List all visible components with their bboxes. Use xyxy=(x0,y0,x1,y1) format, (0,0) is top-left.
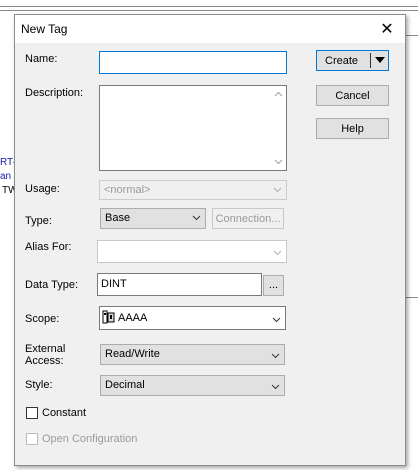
alias-for-select[interactable] xyxy=(97,240,287,263)
background-text-2: an xyxy=(0,171,12,182)
usage-label: Usage: xyxy=(25,183,60,195)
create-label: Create xyxy=(325,55,359,67)
cancel-button[interactable]: Cancel xyxy=(316,85,389,106)
name-label: Name: xyxy=(25,53,58,65)
chevron-down-icon xyxy=(273,187,282,193)
description-textarea[interactable] xyxy=(99,85,287,171)
scope-label: Scope: xyxy=(25,313,60,325)
dialog-title: New Tag xyxy=(21,22,68,36)
title-bar: New Tag ✕ xyxy=(15,15,405,43)
controller-icon xyxy=(102,310,115,324)
open-configuration-label: Open Configuration xyxy=(42,433,138,445)
data-type-value: DINT xyxy=(101,278,127,290)
cancel-label: Cancel xyxy=(335,90,370,102)
browse-label: ... xyxy=(268,279,279,291)
constant-checkbox[interactable] xyxy=(26,407,38,419)
background-rung-line-upper xyxy=(404,35,418,36)
create-dropdown-icon[interactable] xyxy=(375,57,385,63)
scope-value: AAAA xyxy=(118,312,148,324)
external-access-label-line1: External xyxy=(25,343,66,355)
chevron-down-icon xyxy=(273,250,282,256)
chevron-down-icon xyxy=(272,317,281,323)
usage-value: <normal> xyxy=(104,184,151,196)
scroll-up-icon[interactable] xyxy=(274,91,283,97)
data-type-browse-button[interactable]: ... xyxy=(263,275,284,296)
external-access-select[interactable]: Read/Write xyxy=(100,344,285,365)
style-select[interactable]: Decimal xyxy=(100,375,285,396)
help-label: Help xyxy=(341,123,364,135)
scroll-down-icon[interactable] xyxy=(274,159,283,165)
scope-select[interactable]: AAAA xyxy=(99,306,286,330)
close-icon[interactable]: ✕ xyxy=(371,16,403,42)
alias-for-label: Alias For: xyxy=(25,241,72,253)
connection-label: Connection... xyxy=(215,213,281,225)
data-type-label: Data Type: xyxy=(25,279,78,291)
usage-select: <normal> xyxy=(99,180,287,200)
chevron-down-icon xyxy=(271,384,280,390)
open-configuration-checkbox xyxy=(26,433,38,445)
new-tag-dialog: New Tag ✕ Name: Description: Create Canc… xyxy=(14,14,406,466)
data-type-input[interactable]: DINT xyxy=(97,273,262,296)
background-rung-line-lower xyxy=(404,297,418,298)
help-button[interactable]: Help xyxy=(316,118,389,139)
chevron-down-icon xyxy=(271,353,280,359)
type-label: Type: xyxy=(25,215,52,227)
type-value: Base xyxy=(105,212,131,224)
style-value: Decimal xyxy=(105,379,145,391)
type-select[interactable]: Base xyxy=(100,208,206,229)
name-input[interactable] xyxy=(99,51,287,74)
create-split-divider xyxy=(370,53,371,68)
connection-button: Connection... xyxy=(212,208,284,229)
background-rung-line-top xyxy=(0,6,418,7)
external-access-value: Read/Write xyxy=(105,348,160,360)
background-rung-line-top2 xyxy=(0,10,418,11)
external-access-label-line2: Access: xyxy=(25,355,64,367)
chevron-down-icon xyxy=(192,215,201,221)
style-label: Style: xyxy=(25,379,53,391)
create-button[interactable]: Create xyxy=(316,50,389,71)
constant-label: Constant xyxy=(42,407,87,419)
description-label: Description: xyxy=(25,87,84,99)
